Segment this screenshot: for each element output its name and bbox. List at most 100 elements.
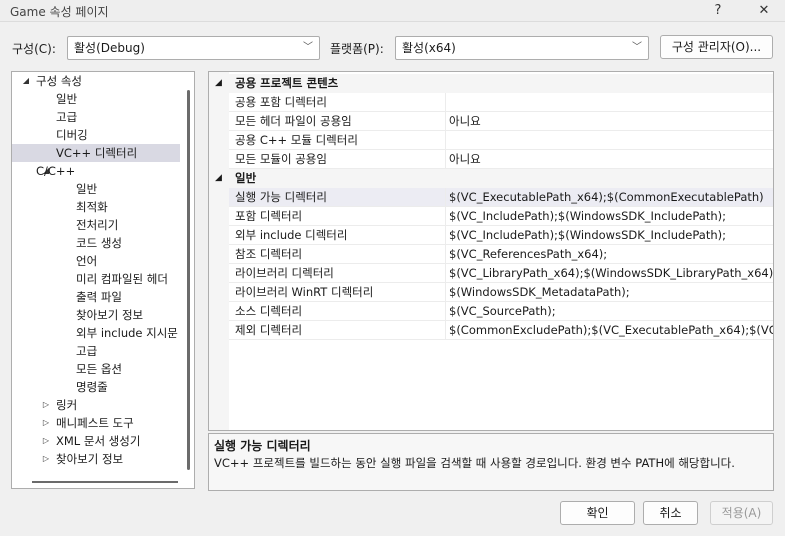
tree-item[interactable]: 찾아보기 정보	[12, 306, 180, 324]
tree-item[interactable]: ▷ 링커	[12, 396, 180, 414]
expanded-arrow-icon[interactable]: ◢	[20, 72, 32, 90]
expanded-arrow-icon[interactable]: ◢	[215, 74, 222, 93]
config-combo[interactable]: 활성(Debug) ﹀	[67, 36, 320, 60]
property-value[interactable]: $(WindowsSDK_MetadataPath);	[449, 283, 630, 301]
description-text: VC++ 프로젝트를 빌드하는 동안 실행 파일을 검색할 때 사용할 경로입니…	[214, 456, 735, 470]
grid-property-row[interactable]: 모든 헤더 파일이 공용임 아니요	[229, 112, 773, 131]
tree-item-label: 매니페스트 도구	[56, 416, 134, 430]
tree-item[interactable]: 모든 옵션	[12, 360, 180, 378]
tree-item[interactable]: ▷ 찾아보기 정보	[12, 450, 180, 468]
grid-property-row[interactable]: 소스 디렉터리 $(VC_SourcePath);	[229, 302, 773, 321]
description-title: 실행 가능 디렉터리	[214, 439, 311, 453]
help-button[interactable]: ?	[704, 1, 732, 21]
tree-item-label: 언어	[76, 254, 98, 268]
tree-item-label: 최적화	[76, 200, 108, 214]
grid-category[interactable]: ◢ 공용 프로젝트 콘텐츠	[209, 74, 773, 93]
column-divider	[445, 226, 446, 245]
tree-item-label: 일반	[76, 182, 98, 196]
property-name: 참조 디렉터리	[235, 247, 303, 261]
tree-item-label: C/C++	[36, 164, 76, 178]
window-title: Game 속성 페이지	[10, 5, 109, 19]
grid-property-row[interactable]: 참조 디렉터리 $(VC_ReferencesPath_x64);	[229, 245, 773, 264]
collapsed-arrow-icon[interactable]: ▷	[40, 414, 52, 432]
property-value[interactable]: $(VC_ReferencesPath_x64);	[449, 245, 607, 263]
expanded-arrow-icon[interactable]: ◢	[215, 169, 222, 188]
grid-category[interactable]: ◢ 일반	[209, 169, 773, 188]
tree-item[interactable]: 미리 컴파일된 헤더	[12, 270, 180, 288]
grid-property-row[interactable]: 외부 include 디렉터리 $(VC_IncludePath);$(Windo…	[229, 226, 773, 245]
property-value[interactable]: $(VC_LibraryPath_x64);$(WindowsSDK_Libra…	[449, 264, 773, 282]
property-value[interactable]: 아니요	[449, 150, 481, 168]
close-button[interactable]: ✕	[750, 1, 778, 21]
property-value[interactable]: $(VC_IncludePath);$(WindowsSDK_IncludePa…	[449, 207, 726, 225]
tree-item[interactable]: 일반	[12, 90, 180, 108]
grid-property-row[interactable]: 라이브러리 WinRT 디렉터리 $(WindowsSDK_MetadataPat…	[229, 283, 773, 302]
tree-item[interactable]: 일반	[12, 180, 180, 198]
tree-item[interactable]: 코드 생성	[12, 234, 180, 252]
tree-item[interactable]: 외부 include 지시문	[12, 324, 180, 342]
tree-item[interactable]: 전처리기	[12, 216, 180, 234]
tree-item-label: 출력 파일	[76, 290, 122, 304]
description-panel: 실행 가능 디렉터리 VC++ 프로젝트를 빌드하는 동안 실행 파일을 검색할…	[208, 433, 774, 491]
grid-property-row[interactable]: 공용 C++ 모듈 디렉터리	[229, 131, 773, 150]
tree-item-label: 명령줄	[76, 380, 108, 394]
collapsed-arrow-icon[interactable]: ▷	[40, 432, 52, 450]
grid-property-row[interactable]: 모든 모듈이 공용임 아니요	[229, 150, 773, 169]
property-value[interactable]: 아니요	[449, 112, 481, 130]
grid-category-name: 일반	[235, 171, 257, 185]
config-manager-button[interactable]: 구성 관리자(O)...	[660, 35, 773, 59]
tree-item[interactable]: 명령줄	[12, 378, 180, 396]
collapsed-arrow-icon[interactable]: ▷	[40, 450, 52, 468]
grid-category-name: 공용 프로젝트 콘텐츠	[235, 76, 339, 90]
tree-item[interactable]: 출력 파일	[12, 288, 180, 306]
property-name: 포함 디렉터리	[235, 209, 303, 223]
property-value[interactable]: $(VC_IncludePath);$(WindowsSDK_IncludePa…	[449, 226, 726, 244]
config-label: 구성(C):	[12, 42, 56, 56]
property-name: 공용 C++ 모듈 디렉터리	[235, 133, 358, 147]
grid-property-row[interactable]: 포함 디렉터리 $(VC_IncludePath);$(WindowsSDK_In…	[229, 207, 773, 226]
ok-button[interactable]: 확인	[560, 501, 635, 525]
tree-item[interactable]: 최적화	[12, 198, 180, 216]
config-combo-value: 활성(Debug)	[74, 41, 145, 55]
tree-item[interactable]: ◢ 구성 속성	[12, 72, 180, 90]
tree-item[interactable]: ▷ XML 문서 생성기	[12, 432, 180, 450]
collapsed-arrow-icon[interactable]: ▷	[40, 396, 52, 414]
column-divider	[445, 150, 446, 169]
tree-item[interactable]: 디버깅	[12, 126, 180, 144]
tree-horizontal-scrollbar[interactable]	[32, 481, 178, 483]
property-name: 실행 가능 디렉터리	[235, 190, 327, 204]
platform-combo[interactable]: 활성(x64) ﹀	[395, 36, 649, 60]
apply-button[interactable]: 적용(A)	[710, 501, 773, 525]
tree-item[interactable]: 언어	[12, 252, 180, 270]
tree-item-label: 디버깅	[56, 128, 88, 142]
column-divider	[445, 283, 446, 302]
tree-item[interactable]: ▷ 매니페스트 도구	[12, 414, 180, 432]
tree-item[interactable]: 고급	[12, 108, 180, 126]
tree-item[interactable]: VC++ 디렉터리	[12, 144, 180, 162]
tree-item[interactable]: ◢ C/C++	[12, 162, 180, 180]
grid-property-row[interactable]: 라이브러리 디렉터리 $(VC_LibraryPath_x64);$(Window…	[229, 264, 773, 283]
title-bar: Game 속성 페이지 ? ✕	[0, 0, 785, 22]
property-grid: ◢ 공용 프로젝트 콘텐츠 공용 포함 디렉터리 모든 헤더 파일이 공용임 아니요 공용…	[208, 71, 774, 431]
grid-property-row[interactable]: 실행 가능 디렉터리 $(VC_ExecutablePath_x64);$(Com…	[229, 188, 773, 207]
column-divider	[445, 302, 446, 321]
column-divider	[445, 264, 446, 283]
cancel-button[interactable]: 취소	[643, 501, 698, 525]
tree-item-label: 찾아보기 정보	[76, 308, 144, 322]
grid-property-row[interactable]: 제외 디렉터리 $(CommonExcludePath);$(VC_Executa…	[229, 321, 773, 340]
tree-item-label: 일반	[56, 92, 78, 106]
tree-item[interactable]: 고급	[12, 342, 180, 360]
tree-item-label: 미리 컴파일된 헤더	[76, 272, 168, 286]
tree-item-label: 코드 생성	[76, 236, 122, 250]
column-divider	[445, 321, 446, 340]
property-name: 외부 include 디렉터리	[235, 228, 348, 242]
property-value[interactable]: $(VC_SourcePath);	[449, 302, 556, 320]
property-name: 라이브러리 WinRT 디렉터리	[235, 285, 374, 299]
chevron-down-icon: ﹀	[303, 42, 313, 53]
grid-property-row[interactable]: 공용 포함 디렉터리	[229, 93, 773, 112]
property-value[interactable]: $(CommonExcludePath);$(VC_ExecutablePath…	[449, 321, 773, 339]
property-value[interactable]: $(VC_ExecutablePath_x64);$(CommonExecuta…	[449, 188, 764, 206]
tree-item-label: 전처리기	[76, 218, 119, 232]
tree-vertical-scrollbar[interactable]	[187, 90, 190, 470]
platform-label: 플랫폼(P):	[330, 42, 384, 56]
